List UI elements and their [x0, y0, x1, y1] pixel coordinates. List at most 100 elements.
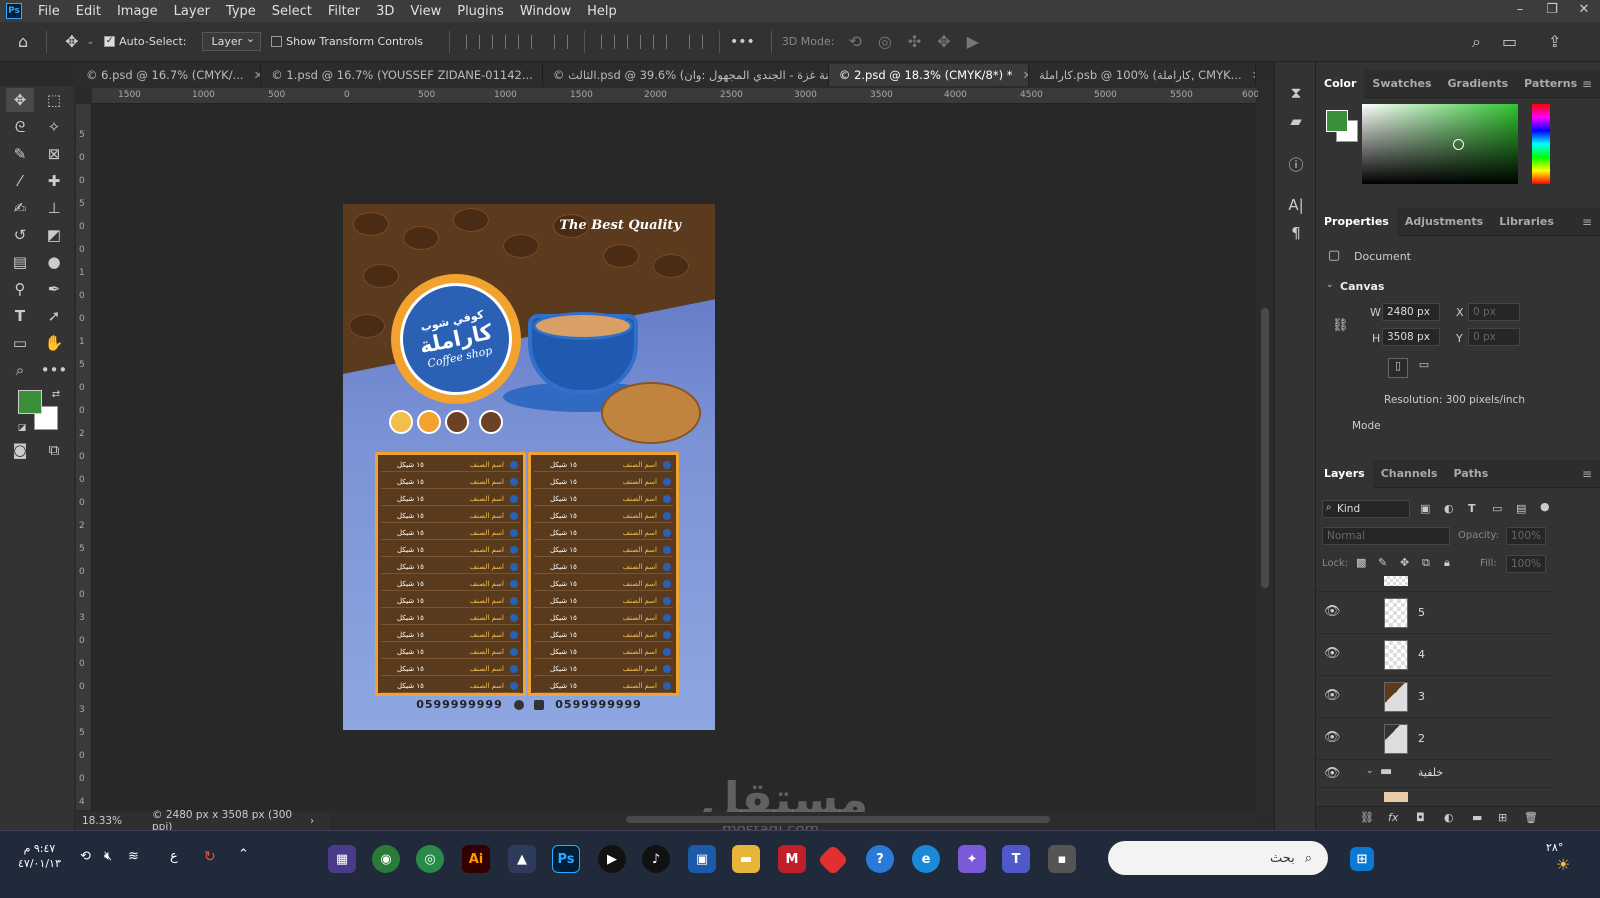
eye-icon[interactable]: 👁︎	[1324, 604, 1341, 619]
chevron-down-icon[interactable]: ⌄	[87, 37, 95, 47]
store-icon[interactable]: ▣	[688, 845, 716, 873]
restore-icon[interactable]: ❐	[1536, 0, 1568, 22]
menu-3d[interactable]: 3D	[368, 4, 402, 19]
lock-position-icon[interactable]: ✥	[1400, 556, 1409, 569]
lock-transparent-icon[interactable]: ▩	[1356, 556, 1366, 569]
windows-start-icon[interactable]: ⊞	[1350, 847, 1374, 871]
zoom-level[interactable]: 18.33%	[82, 815, 142, 827]
align-center-icon[interactable]	[492, 34, 507, 49]
layer-name[interactable]: 5	[1418, 606, 1425, 619]
type-tool-icon[interactable]: T	[6, 304, 34, 328]
3d-slide-icon[interactable]: ✥	[937, 32, 950, 51]
volume-icon[interactable]: 🔇︎	[104, 849, 112, 864]
delete-layer-icon[interactable]: 🗑︎	[1524, 811, 1538, 824]
layer-name[interactable]: 2	[1418, 732, 1425, 745]
layer-kind-filter[interactable]: Kind	[1322, 500, 1410, 518]
panel-menu-icon[interactable]: ≡	[1582, 77, 1592, 91]
vertical-scrollbar[interactable]	[1258, 86, 1272, 810]
refresh-app-icon[interactable]: ↻	[204, 849, 216, 865]
layer-name[interactable]: 3	[1418, 690, 1425, 703]
hue-slider[interactable]	[1532, 104, 1550, 184]
menu-plugins[interactable]: Plugins	[449, 4, 512, 19]
winrar-icon[interactable]: ▦	[328, 845, 356, 873]
close-tab-icon[interactable]: ✕	[254, 68, 261, 82]
magic-wand-icon[interactable]: ✧	[40, 115, 68, 139]
search-icon[interactable]: ⌕	[1472, 32, 1481, 52]
menu-edit[interactable]: Edit	[68, 4, 109, 19]
tab-1-psd[interactable]: © 1.psd @ 16.7% (YOUSSEF ZIDANE-01142...…	[261, 64, 543, 86]
filter-smart-icon[interactable]: ▤	[1516, 502, 1526, 515]
tab-2-psd[interactable]: © 2.psd @ 18.3% (CMYK/8*) *✕	[828, 64, 1029, 86]
fx-icon[interactable]: fx	[1388, 811, 1398, 824]
show-transform-checkbox[interactable]	[271, 36, 283, 47]
info-icon[interactable]: ⓘ	[1285, 154, 1307, 176]
new-layer-icon[interactable]: ⊞	[1498, 811, 1507, 824]
eyedropper-icon[interactable]: ⁄	[6, 169, 34, 193]
menu-filter[interactable]: Filter	[320, 4, 368, 19]
group-name[interactable]: خلفية	[1418, 766, 1443, 779]
language-indicator[interactable]: ع	[170, 849, 178, 864]
tab-third-psd[interactable]: © الثالث.psd @ 39.6% (مدينة غزة - الجندي…	[542, 64, 829, 86]
workspace-icon[interactable]: ▭	[1502, 32, 1517, 51]
eye-icon[interactable]: 👁︎	[1324, 766, 1341, 781]
paragraph-icon[interactable]: ¶	[1285, 224, 1307, 246]
align-bottom-icon[interactable]	[653, 34, 668, 49]
eraser-icon[interactable]: ◩	[40, 223, 68, 247]
auto-select-dropdown[interactable]: Layer	[202, 32, 262, 51]
x-input[interactable]: 0 px	[1468, 303, 1520, 321]
stamp-icon[interactable]: ⊥	[40, 196, 68, 220]
clock[interactable]: ٩:٤٧ م ٤٧/٠١/١٣	[18, 841, 61, 871]
tab-paths[interactable]: Paths	[1445, 460, 1496, 488]
3d-drag-icon[interactable]: ✣	[908, 32, 921, 51]
frame-tool-icon[interactable]: ⊠	[40, 142, 68, 166]
portrait-icon[interactable]: ▯	[1388, 358, 1408, 378]
blur-icon[interactable]: ●	[40, 250, 68, 274]
weather-icon[interactable]: ☀	[1556, 855, 1570, 874]
color-fg-swatch[interactable]	[1326, 110, 1348, 132]
gradient-icon[interactable]: ▤	[6, 250, 34, 274]
history-brush-icon[interactable]: ↺	[6, 223, 34, 247]
tab-swatches[interactable]: Swatches	[1364, 70, 1439, 98]
blend-mode-select[interactable]: Normal	[1322, 527, 1450, 545]
link-dimensions-icon[interactable]: ⛓	[1332, 318, 1349, 333]
layer-row[interactable]: 👁︎ 2	[1316, 718, 1552, 760]
collapse-icon[interactable]: ⌄	[1326, 280, 1334, 290]
y-input[interactable]: 0 px	[1468, 328, 1520, 346]
auto-select-checkbox[interactable]: ✓	[104, 36, 116, 47]
align-left-icon[interactable]	[466, 34, 481, 49]
weather-temp[interactable]: ٢٨°	[1546, 841, 1563, 854]
align-right-icon[interactable]	[518, 34, 533, 49]
scroll-thumb[interactable]	[1261, 308, 1269, 588]
menu-help[interactable]: Help	[579, 4, 625, 19]
menu-window[interactable]: Window	[512, 4, 579, 19]
landscape-icon[interactable]: ▭	[1414, 358, 1434, 378]
lasso-tool-icon[interactable]: ᘓ	[6, 115, 34, 139]
close-icon[interactable]: ✕	[1568, 0, 1600, 22]
chrome-icon[interactable]: ◎	[416, 845, 444, 873]
chrome-profile-icon[interactable]: ◉	[372, 845, 400, 873]
screen-mode-icon[interactable]: ⧉	[40, 438, 68, 462]
photoshop-taskbar-icon[interactable]: Ps	[552, 845, 580, 873]
pen-nib-icon[interactable]: ✎	[6, 142, 34, 166]
lock-pixels-icon[interactable]: ✎	[1378, 556, 1387, 569]
adjustment-layer-icon[interactable]: ◐	[1444, 811, 1454, 824]
layer-row-partial[interactable]	[1316, 574, 1552, 592]
panel-menu-icon[interactable]: ≡	[1582, 467, 1592, 481]
minimize-icon[interactable]: –	[1504, 0, 1536, 22]
layer-group-row[interactable]: 👁︎ ⌄ ▬ خلفية	[1316, 760, 1552, 788]
tiktok-icon[interactable]: ♪	[642, 845, 670, 873]
distribute-icon[interactable]	[554, 34, 569, 49]
document-canvas[interactable]: The Best Quality كوفي شوب كاراملة Coffee…	[343, 204, 715, 730]
menu-view[interactable]: View	[402, 4, 449, 19]
wifi-icon[interactable]: ≋	[128, 849, 139, 864]
layer-name[interactable]: 4	[1418, 648, 1425, 661]
file-explorer-icon[interactable]: ▬	[732, 845, 760, 873]
zoom-tool-icon[interactable]: ⌕	[6, 358, 34, 382]
layer-row[interactable]: 👁︎ 5	[1316, 592, 1552, 634]
tab-color[interactable]: Color	[1316, 69, 1365, 98]
filter-shape-icon[interactable]: ▭	[1492, 502, 1502, 515]
teams-icon[interactable]: T	[1002, 845, 1030, 873]
healing-icon[interactable]: ✚	[40, 169, 68, 193]
desktop-app-icon[interactable]: ▪	[1048, 845, 1076, 873]
color-picker-field[interactable]	[1362, 104, 1518, 184]
